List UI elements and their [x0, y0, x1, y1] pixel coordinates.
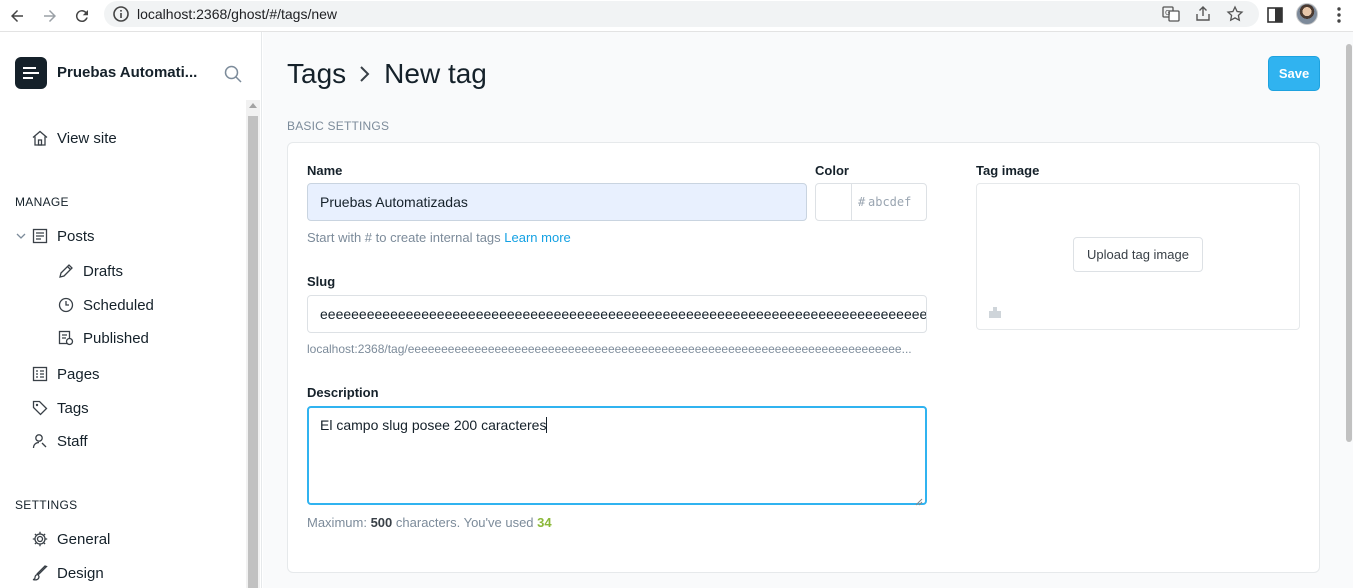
- slug-url-preview: localhost:2368/tag/eeeeeeeeeeeeeeeeeeeee…: [307, 342, 912, 356]
- name-hint: Start with # to create internal tags Lea…: [307, 230, 571, 245]
- sidebar-item-published[interactable]: Published: [57, 329, 149, 347]
- description-text: El campo slug posee 200 caracteres: [320, 417, 547, 433]
- basic-settings-label: BASIC SETTINGS: [287, 119, 390, 133]
- sidebar-item-drafts[interactable]: Drafts: [57, 262, 123, 280]
- slug-label: Slug: [307, 274, 336, 289]
- sidebar-item-label: Posts: [57, 227, 95, 245]
- sidebar-item-posts[interactable]: Posts: [15, 227, 95, 245]
- pencil-icon: [57, 262, 75, 280]
- sidebar-item-label: General: [57, 530, 111, 548]
- sidebar-item-label: Drafts: [83, 262, 124, 280]
- page-title: New tag: [384, 58, 487, 89]
- site-info-icon[interactable]: [112, 5, 130, 23]
- scroll-up-icon[interactable]: [249, 103, 257, 108]
- description-label: Description: [307, 385, 379, 400]
- scrollbar-thumb[interactable]: [1346, 44, 1352, 442]
- chevron-right-icon: [358, 64, 372, 84]
- bookmark-star-icon[interactable]: [1226, 5, 1244, 23]
- gear-icon: [31, 530, 49, 548]
- resize-grip-icon[interactable]: [915, 493, 923, 506]
- max-value: 500: [370, 515, 393, 530]
- color-field[interactable]: # abcdef: [815, 183, 927, 221]
- description-char-count: Maximum: 500 characters. You've used 34: [307, 515, 552, 530]
- sidebar-item-label: Pages: [57, 365, 100, 383]
- pages-icon: [31, 365, 49, 383]
- save-button[interactable]: Save: [1268, 56, 1320, 91]
- sidebar-scrollbar[interactable]: [246, 100, 260, 588]
- share-icon[interactable]: [1194, 5, 1212, 23]
- sidebar-item-design[interactable]: Design: [31, 564, 104, 582]
- learn-more-link[interactable]: Learn more: [504, 230, 570, 245]
- sidebar-item-label: Published: [83, 329, 149, 347]
- sidebar-item-label: Design: [57, 564, 104, 582]
- name-input[interactable]: Pruebas Automatizadas: [307, 183, 807, 221]
- posts-icon: [31, 227, 49, 245]
- sidebar-item-label: Staff: [57, 432, 88, 450]
- back-icon[interactable]: [5, 4, 29, 28]
- address-bar[interactable]: localhost:2368/ghost/#/tags/new G: [104, 1, 1259, 27]
- translate-icon[interactable]: G: [1162, 5, 1180, 23]
- chevron-down-icon[interactable]: [15, 230, 27, 242]
- site-title[interactable]: Pruebas Automati...: [57, 64, 197, 81]
- site-logo[interactable]: [15, 57, 47, 89]
- max-mid: characters. You've used: [395, 515, 534, 530]
- breadcrumb: Tags New tag: [287, 58, 487, 90]
- tag-image-label: Tag image: [976, 163, 1040, 178]
- forward-icon[interactable]: [38, 4, 62, 28]
- description-textarea[interactable]: El campo slug posee 200 caracteres: [307, 406, 927, 506]
- scrollbar-thumb[interactable]: [248, 116, 258, 588]
- staff-icon: [31, 432, 49, 450]
- sidebar-item-label: View site: [57, 129, 117, 147]
- color-input[interactable]: abcdef: [868, 195, 911, 209]
- tag-icon: [31, 399, 49, 417]
- color-hash: #: [858, 195, 866, 209]
- color-label: Color: [815, 163, 849, 178]
- search-icon[interactable]: [223, 64, 243, 84]
- used-count: 34: [537, 515, 552, 530]
- side-panel-icon[interactable]: [1265, 5, 1285, 25]
- main-content: Tags New tag Save BASIC SETTINGS Name Pr…: [263, 32, 1353, 588]
- sidebar-item-view-site[interactable]: View site: [31, 129, 117, 147]
- name-label: Name: [307, 163, 343, 178]
- profile-avatar[interactable]: [1296, 3, 1318, 25]
- clock-icon: [57, 296, 75, 314]
- upload-tag-image-button[interactable]: Upload tag image: [1073, 237, 1203, 272]
- sidebar-item-label: Scheduled: [83, 296, 154, 314]
- slug-input[interactable]: eeeeeeeeeeeeeeeeeeeeeeeeeeeeeeeeeeeeeeee…: [307, 295, 927, 333]
- main-scrollbar[interactable]: [1345, 32, 1353, 442]
- url-text: localhost:2368/ghost/#/tags/new: [137, 6, 338, 22]
- max-prefix: Maximum:: [307, 515, 367, 530]
- image-placeholder-icon: [988, 305, 1002, 319]
- name-hint-text: Start with # to create internal tags: [307, 230, 501, 245]
- color-swatch[interactable]: [816, 184, 852, 220]
- sidebar-item-label: Tags: [57, 399, 89, 417]
- published-icon: [57, 329, 75, 347]
- browser-toolbar: localhost:2368/ghost/#/tags/new G: [0, 0, 1353, 32]
- settings-section-label: SETTINGS: [15, 498, 78, 512]
- sidebar: Pruebas Automati... View site MANAGE Pos…: [0, 32, 262, 588]
- tag-image-uploader[interactable]: Upload tag image: [976, 183, 1300, 330]
- brush-icon: [31, 564, 49, 582]
- tag-settings-card: Name Pruebas Automatizadas Start with # …: [287, 142, 1320, 573]
- breadcrumb-tags-link[interactable]: Tags: [287, 58, 346, 90]
- home-icon: [31, 129, 49, 147]
- svg-text:G: G: [1165, 9, 1170, 17]
- sidebar-item-general[interactable]: General: [31, 530, 110, 548]
- manage-section-label: MANAGE: [15, 195, 69, 209]
- sidebar-item-scheduled[interactable]: Scheduled: [57, 296, 154, 314]
- reload-icon[interactable]: [70, 4, 94, 28]
- sidebar-item-pages[interactable]: Pages: [31, 365, 100, 383]
- sidebar-item-staff[interactable]: Staff: [31, 432, 88, 450]
- sidebar-item-tags[interactable]: Tags: [31, 399, 89, 417]
- more-menu-icon[interactable]: [1329, 5, 1349, 25]
